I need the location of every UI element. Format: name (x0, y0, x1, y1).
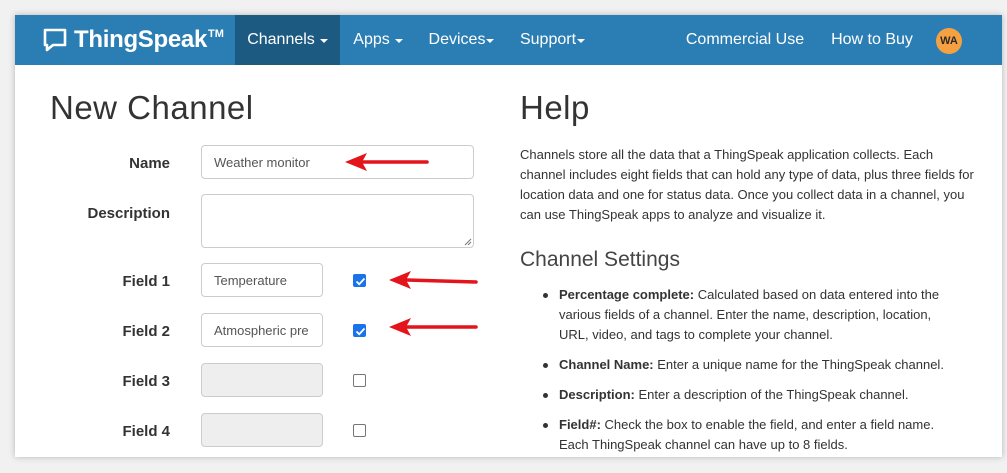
caret-down-icon (319, 39, 328, 43)
list-item-term: Description: (559, 387, 635, 402)
nav-channels-label: Channels (247, 31, 315, 48)
channel-settings-list: Percentage complete: Calculated based on… (543, 285, 963, 457)
field2-checkbox[interactable] (353, 324, 366, 337)
list-item-term: Channel Name: (559, 357, 654, 372)
brand-logo[interactable]: ThingSpeak TM (42, 15, 224, 65)
nav-how-to-buy-label: How to Buy (831, 31, 913, 48)
name-label: Name (129, 155, 170, 172)
field1-input[interactable] (201, 263, 323, 297)
nav-how-to-buy[interactable]: How to Buy (823, 15, 921, 65)
resize-handle-icon[interactable] (464, 238, 472, 246)
nav-apps-label: Apps (353, 31, 390, 48)
field1-label: Field 1 (122, 273, 170, 290)
field3-label: Field 3 (122, 373, 170, 390)
nav-devices-label: Devices (428, 31, 486, 48)
caret-down-icon (394, 39, 403, 43)
caret-down-icon (486, 39, 495, 43)
page-title: New Channel (50, 89, 254, 126)
description-textarea[interactable] (201, 194, 474, 248)
nav-channels[interactable]: Channels (235, 15, 340, 65)
caret-down-icon (577, 39, 586, 43)
help-intro: Channels store all the data that a Thing… (520, 147, 974, 222)
list-item-text: Check the box to enable the field, and e… (559, 417, 935, 452)
field3-input[interactable] (201, 363, 323, 397)
annotation-arrow-icon (389, 318, 478, 336)
nav-apps[interactable]: Apps (340, 15, 416, 65)
annotation-arrow-icon (389, 271, 478, 289)
list-item-term: Percentage complete: (559, 287, 695, 302)
list-item: Percentage complete: Calculated based on… (543, 285, 963, 345)
nav-support[interactable]: Support (507, 15, 598, 65)
nav-devices[interactable]: Devices (416, 15, 507, 65)
brand-name: ThingSpeak (74, 26, 208, 53)
field4-label: Field 4 (122, 423, 170, 440)
list-item-text: Enter a unique name for the ThingSpeak c… (653, 357, 944, 372)
checkmark-icon (355, 277, 366, 286)
navbar: ThingSpeak TM Channels Apps Devices Supp… (15, 15, 1002, 65)
field1-checkbox[interactable] (353, 274, 366, 287)
brand-trademark: TM (208, 28, 224, 40)
list-item: Channel Name: Enter a unique name for th… (543, 355, 963, 375)
field2-input[interactable] (201, 313, 323, 347)
field4-input[interactable] (201, 413, 323, 447)
field4-checkbox[interactable] (353, 424, 366, 437)
list-item-term: Field#: (559, 417, 601, 432)
channel-settings-title: Channel Settings (520, 248, 680, 271)
chat-bubble-logo-icon (43, 28, 67, 52)
help-title: Help (520, 89, 590, 126)
list-item: Description: Enter a description of the … (543, 385, 963, 405)
browser-page: ThingSpeak TM Channels Apps Devices Supp… (15, 15, 1002, 457)
checkmark-icon (355, 327, 366, 336)
user-avatar[interactable]: WA (936, 28, 962, 54)
field2-label: Field 2 (122, 323, 170, 340)
nav-commercial-use-label: Commercial Use (685, 31, 805, 48)
description-label: Description (87, 205, 170, 222)
nav-commercial-use[interactable]: Commercial Use (683, 15, 807, 65)
list-item: Field#: Check the box to enable the fiel… (543, 415, 963, 455)
name-input[interactable] (201, 145, 474, 179)
annotation-arrow-icon (345, 153, 429, 171)
list-item-text: Enter a description of the ThingSpeak ch… (634, 387, 909, 402)
nav-support-label: Support (519, 31, 577, 48)
field3-checkbox[interactable] (353, 374, 366, 387)
